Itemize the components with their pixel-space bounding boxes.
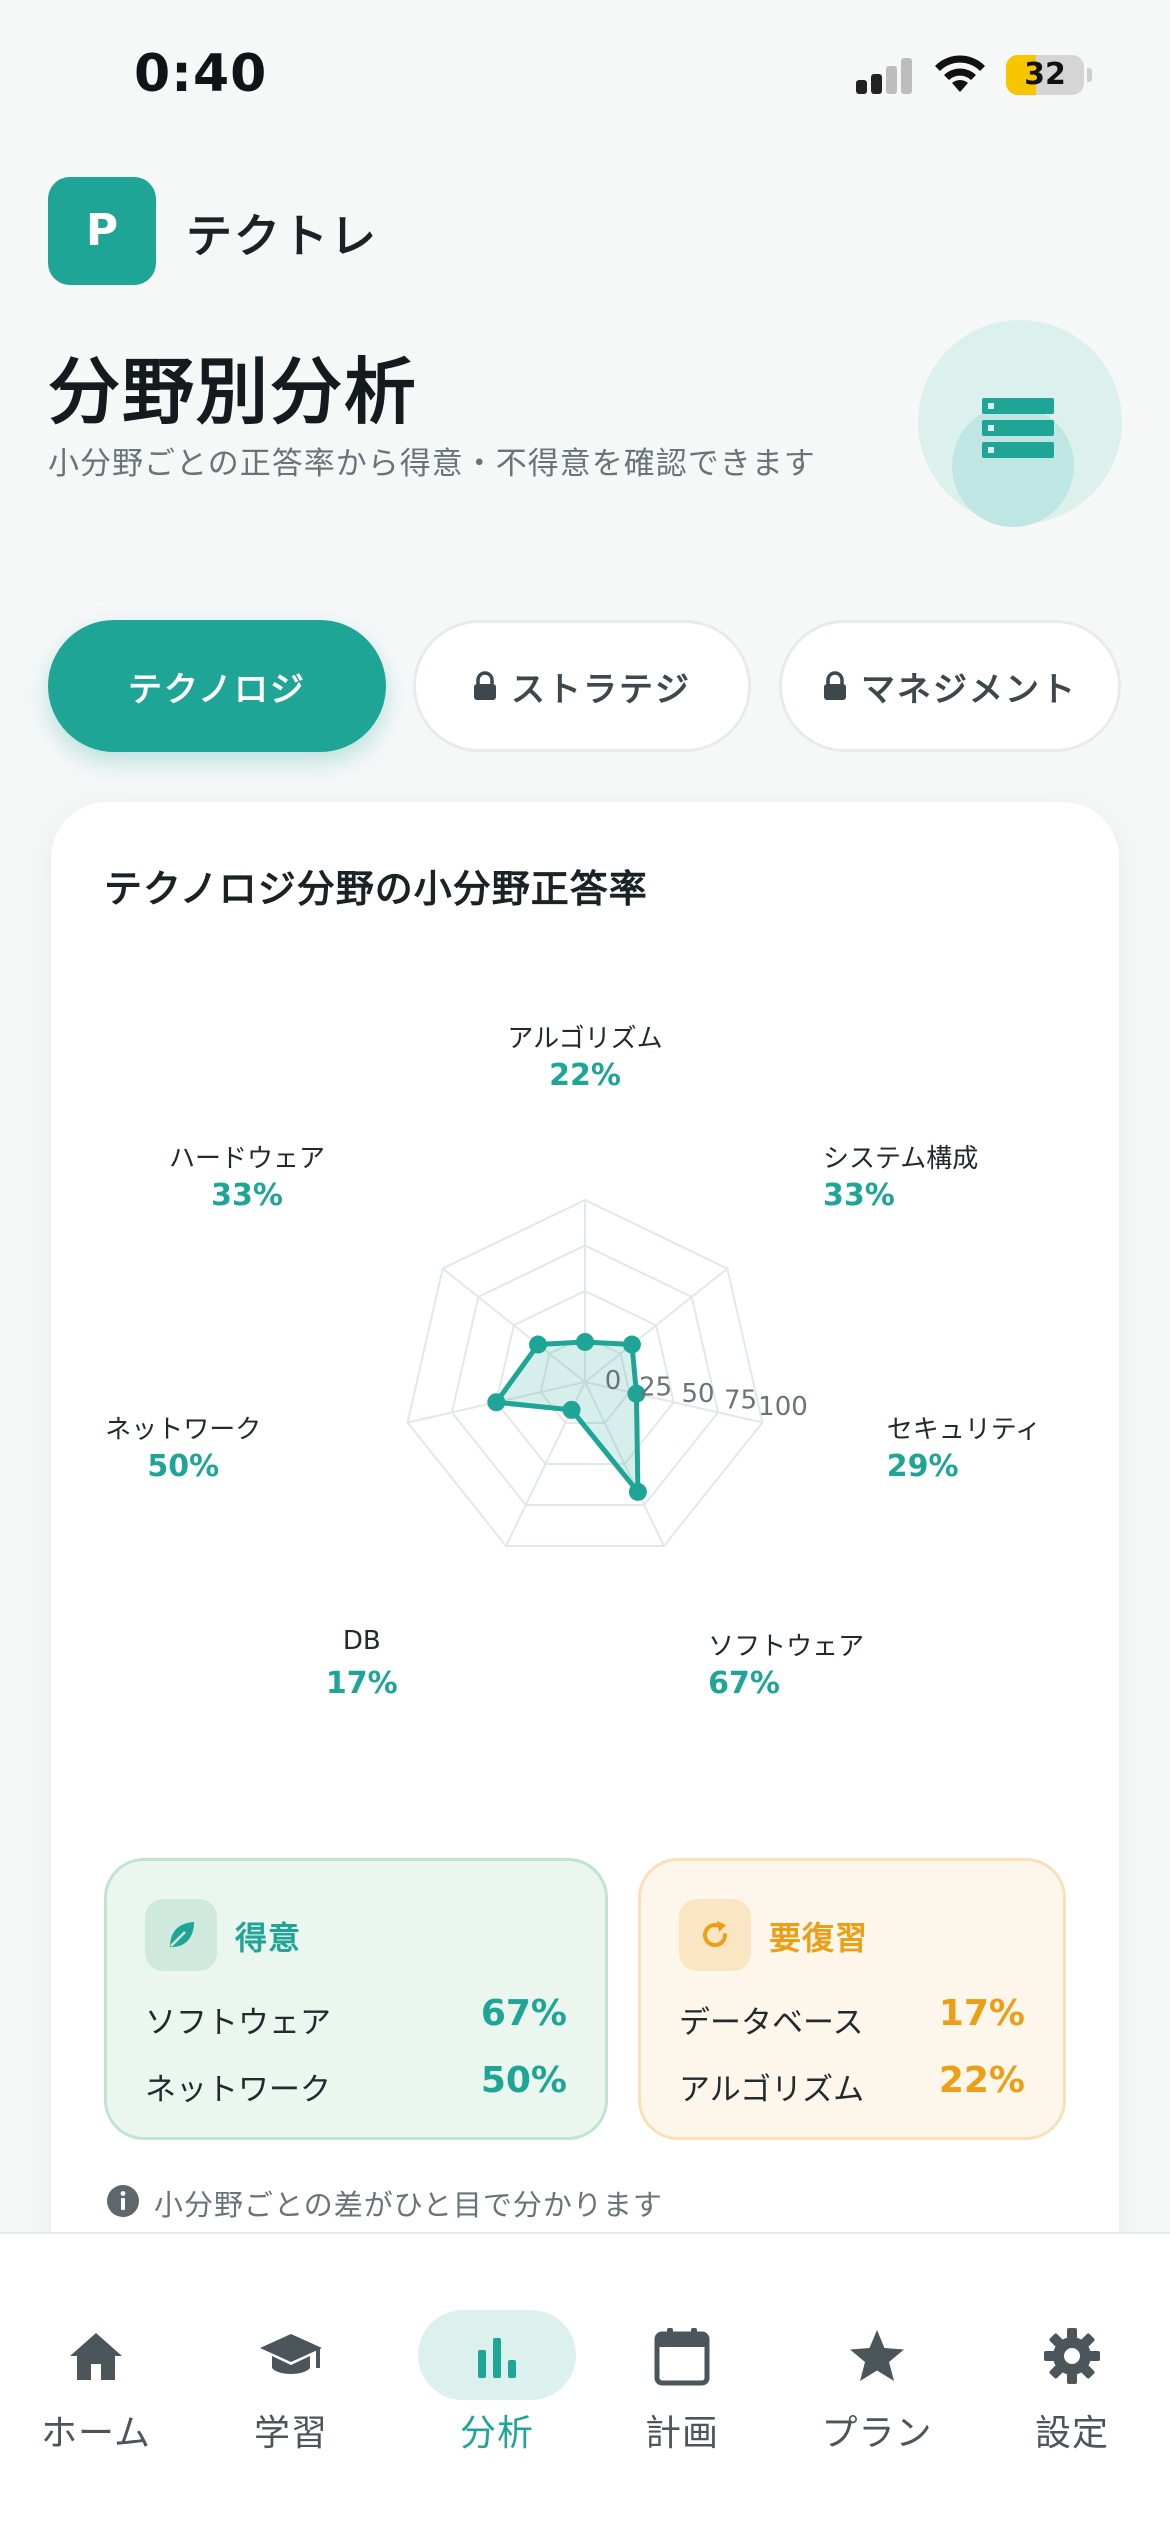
- radar-point: [562, 1400, 581, 1419]
- bar-chart-icon: [407, 2324, 587, 2388]
- bottom-nav: ホーム 学習 分析 計画 プラン 設定: [0, 2232, 1170, 2532]
- review-value: 22%: [938, 2060, 1025, 2101]
- radar-axis-label: ハードウェア: [168, 1144, 325, 1175]
- nav-item-home[interactable]: ホーム: [6, 2274, 186, 2454]
- radar-tick-label: 75: [724, 1386, 757, 1416]
- app-root: 0:40 32 P テクトレ 分野別分析 小分野ごとの正答率から得意・不得意を確…: [0, 0, 1170, 2532]
- hint: 小分野ごとの差がひと目で分かります: [106, 2182, 663, 2224]
- review-row: データベース 17%: [679, 1993, 1025, 2041]
- nav-label: 学習: [253, 2413, 328, 2454]
- nav-label: ホーム: [41, 2413, 151, 2454]
- review-label: アルゴリズム: [679, 2072, 865, 2108]
- strength-value: 50%: [480, 2060, 567, 2101]
- radar-tick-label: 0: [605, 1366, 622, 1396]
- gear-icon: [982, 2324, 1162, 2388]
- strength-label: ネットワーク: [145, 2072, 331, 2108]
- radar-axis-value: 33%: [211, 1178, 283, 1214]
- radar-axis-label: セキュリティ: [886, 1415, 1042, 1446]
- calendar-icon: [592, 2324, 772, 2388]
- strengths-title: 得意: [235, 1919, 302, 1957]
- review-title: 要復習: [769, 1919, 869, 1957]
- nav-item-pricing[interactable]: プラン: [787, 2274, 967, 2454]
- strength-row: ソフトウェア 67%: [145, 1993, 567, 2041]
- radar-axis-value: 67%: [708, 1666, 780, 1702]
- strength-row: ネットワーク 50%: [145, 2060, 567, 2108]
- review-box: 要復習 データベース 17% アルゴリズム 22%: [638, 1858, 1066, 2140]
- review-label: データベース: [679, 2005, 864, 2041]
- radar-point: [576, 1332, 594, 1351]
- radar-axis-value: 50%: [147, 1449, 220, 1485]
- graduation-cap-icon: [201, 2324, 381, 2388]
- radar-axis-label: アルゴリズム: [507, 1024, 663, 1054]
- radar-tick-label: 25: [639, 1373, 672, 1403]
- radar-tick-label: 100: [758, 1392, 808, 1422]
- radar-axis-label: ネットワーク: [105, 1415, 262, 1446]
- leaf-icon: [145, 1899, 217, 1971]
- radar-axis-value: 17%: [325, 1666, 398, 1702]
- strength-value: 67%: [480, 1993, 567, 2034]
- strengths-box: 得意 ソフトウェア 67% ネットワーク 50%: [104, 1858, 608, 2140]
- review-row: アルゴリズム 22%: [679, 2060, 1025, 2108]
- hint-text: 小分野ごとの差がひと目で分かります: [154, 2188, 663, 2222]
- star-icon: [787, 2324, 967, 2388]
- nav-label: 設定: [1034, 2413, 1109, 2454]
- nav-item-analysis[interactable]: 分析: [396, 2274, 576, 2454]
- nav-item-plan[interactable]: 計画: [592, 2274, 772, 2454]
- radar-point: [487, 1393, 506, 1412]
- nav-item-study[interactable]: 学習: [201, 2274, 381, 2454]
- radar-axis-value: 33%: [823, 1178, 895, 1214]
- radar-tick-label: 50: [681, 1379, 714, 1409]
- info-icon: [106, 2184, 140, 2222]
- home-icon: [6, 2324, 186, 2388]
- nav-label: 計画: [644, 2413, 719, 2454]
- radar-axis-label: システム構成: [823, 1144, 979, 1175]
- nav-item-settings[interactable]: 設定: [982, 2274, 1162, 2454]
- radar-chart: 0 25 50 75 100: [406, 1198, 808, 1547]
- nav-label: プラン: [821, 2413, 933, 2454]
- radar-point: [529, 1335, 548, 1354]
- radar-axis-label: DB: [342, 1626, 381, 1657]
- radar-point: [622, 1335, 641, 1354]
- review-value: 17%: [938, 1993, 1025, 2034]
- strength-label: ソフトウェア: [145, 2005, 331, 2041]
- radar-point: [628, 1482, 647, 1501]
- radar-axis-value: 22%: [549, 1058, 621, 1093]
- refresh-icon: [679, 1899, 751, 1971]
- nav-label: 分析: [459, 2413, 534, 2454]
- radar-axis-label: ソフトウェア: [708, 1632, 865, 1663]
- radar-axis-value: 29%: [886, 1449, 959, 1485]
